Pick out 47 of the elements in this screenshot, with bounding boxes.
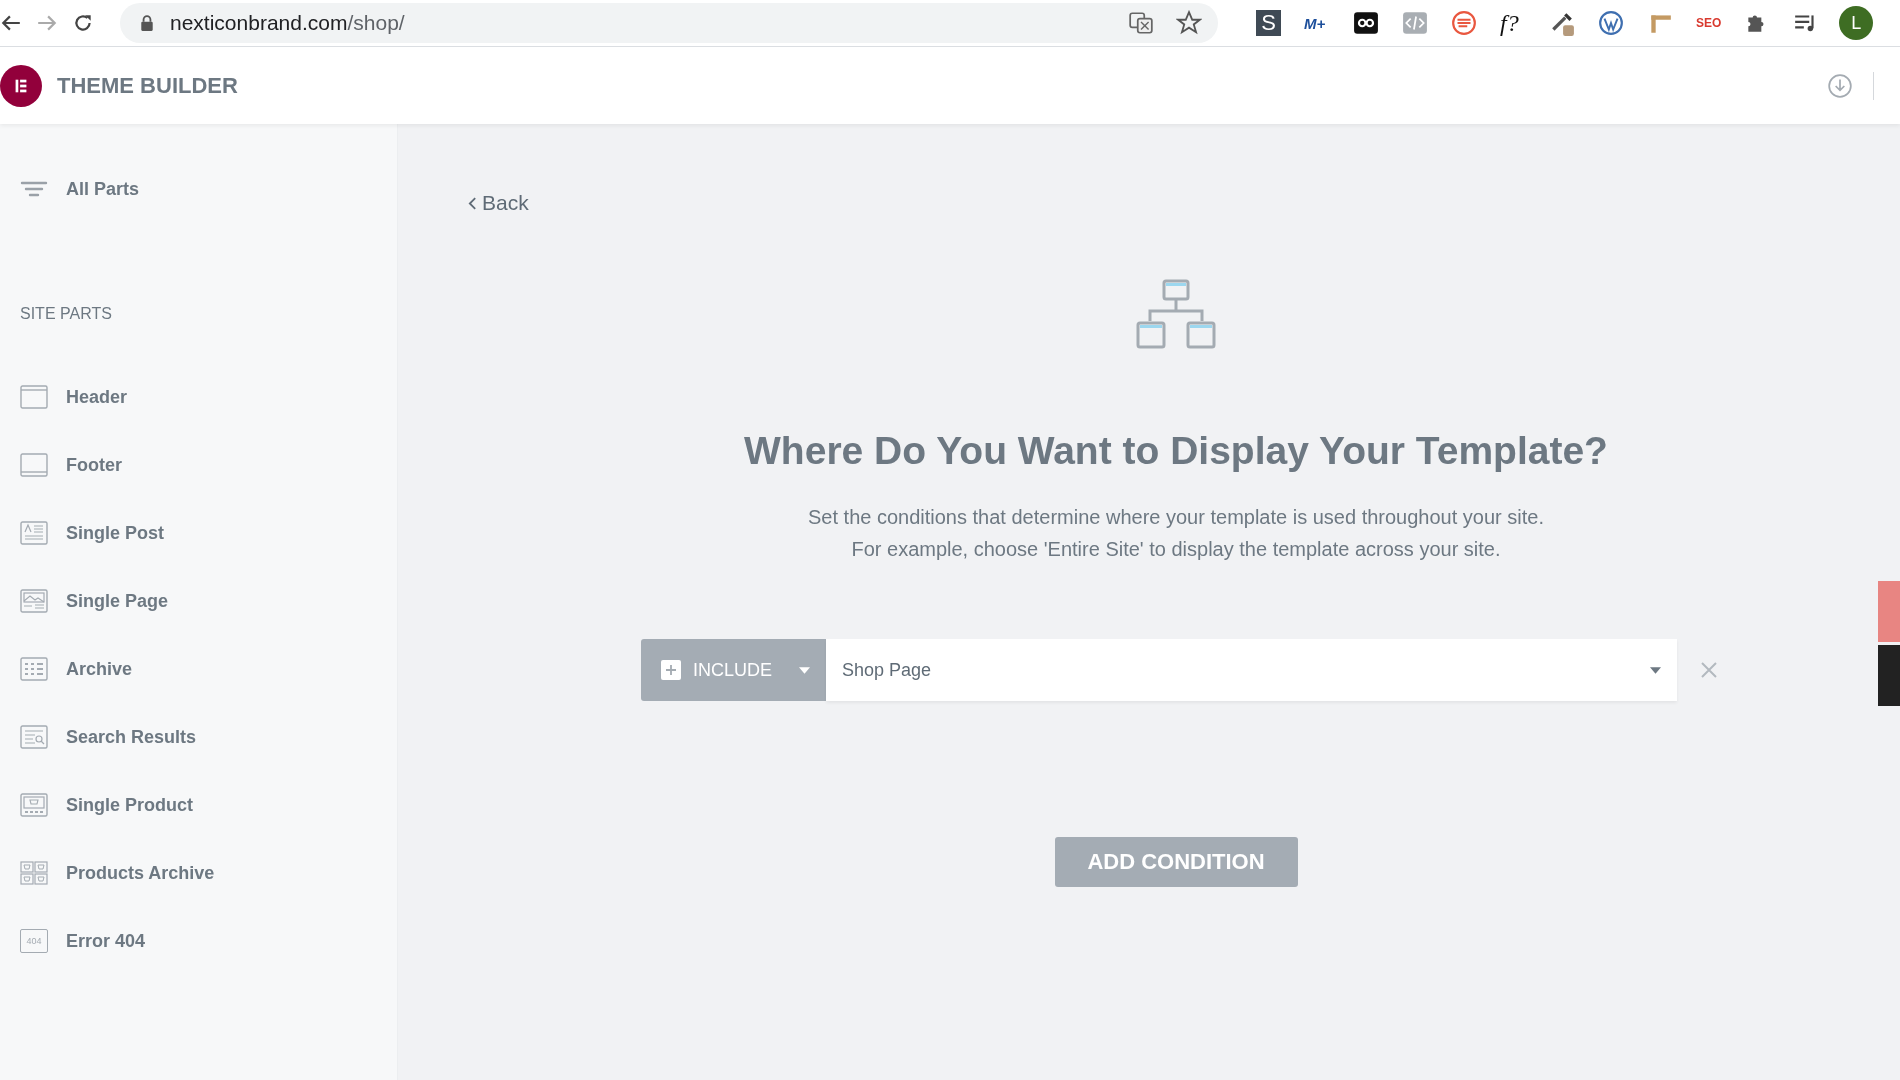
sidebar-item[interactable]: Archive <box>66 658 133 680</box>
sidebar-item[interactable]: Single Product <box>66 794 193 816</box>
sidebar-item[interactable]: Header <box>66 386 128 408</box>
grid-layout-icon <box>20 657 48 681</box>
infinity-icon[interactable] <box>1353 10 1379 36</box>
extension-button[interactable]: M+ <box>1304 14 1330 32</box>
sitemap-icon <box>1136 279 1216 351</box>
sidebar-item[interactable]: Footer <box>66 454 122 476</box>
search-results-icon <box>20 725 48 749</box>
extension-button[interactable]: f? <box>1500 9 1526 37</box>
header-layout-icon <box>20 385 48 409</box>
add-condition-button[interactable]: ADD CONDITION <box>1054 837 1298 887</box>
section-title: SITE PARTS <box>20 304 113 324</box>
error-page-icon: 404 <box>20 929 48 953</box>
back-link[interactable]: Back <box>468 191 529 215</box>
wordpress-icon[interactable] <box>1598 10 1624 36</box>
caret-icon <box>799 666 810 674</box>
sidebar-item[interactable]: Single Post <box>66 522 164 544</box>
sidebar-item[interactable]: Error 404 <box>66 930 146 952</box>
include-dropdown[interactable]: INCLUDE <box>641 639 826 701</box>
description-text: For example, choose 'Entire Site' to display the template across your site. <box>851 537 1501 562</box>
sidebar-item[interactable]: Single Page <box>66 590 169 612</box>
reload-icon[interactable] <box>72 12 94 34</box>
sidebar-link[interactable]: All Parts <box>66 178 140 200</box>
bookmark-star-icon[interactable] <box>1176 10 1202 36</box>
profile-avatar[interactable]: L <box>1839 6 1874 40</box>
extension-button[interactable]: S <box>1256 10 1281 36</box>
extension-button[interactable]: SEO <box>1696 16 1722 30</box>
caret-icon <box>1650 666 1661 674</box>
footer-layout-icon <box>20 453 48 477</box>
plus-icon <box>661 660 681 680</box>
translate-icon[interactable] <box>1128 10 1154 36</box>
page-layout-icon <box>20 589 48 613</box>
products-grid-icon <box>20 861 48 885</box>
lines-circle-icon[interactable] <box>1451 10 1477 36</box>
product-layout-icon <box>20 793 48 817</box>
page-heading: Where Do You Want to Display Your Template? <box>744 429 1608 473</box>
sidebar-item[interactable]: Products Archive <box>66 862 215 884</box>
chevron-left-icon <box>468 195 477 211</box>
sidebar-item[interactable]: Search Results <box>66 726 197 748</box>
url-text: nexticonbrand.com/shop/ <box>170 11 405 35</box>
description-text: Set the conditions that determine where your template is used throughout your site. <box>808 505 1544 530</box>
post-layout-icon <box>20 521 48 545</box>
condition-select[interactable]: Shop Page <box>826 639 1677 701</box>
lock-icon <box>140 15 154 31</box>
app-title: THEME BUILDER <box>57 72 238 99</box>
address-bar[interactable]: nexticonbrand.com/shop/ <box>120 3 1218 43</box>
